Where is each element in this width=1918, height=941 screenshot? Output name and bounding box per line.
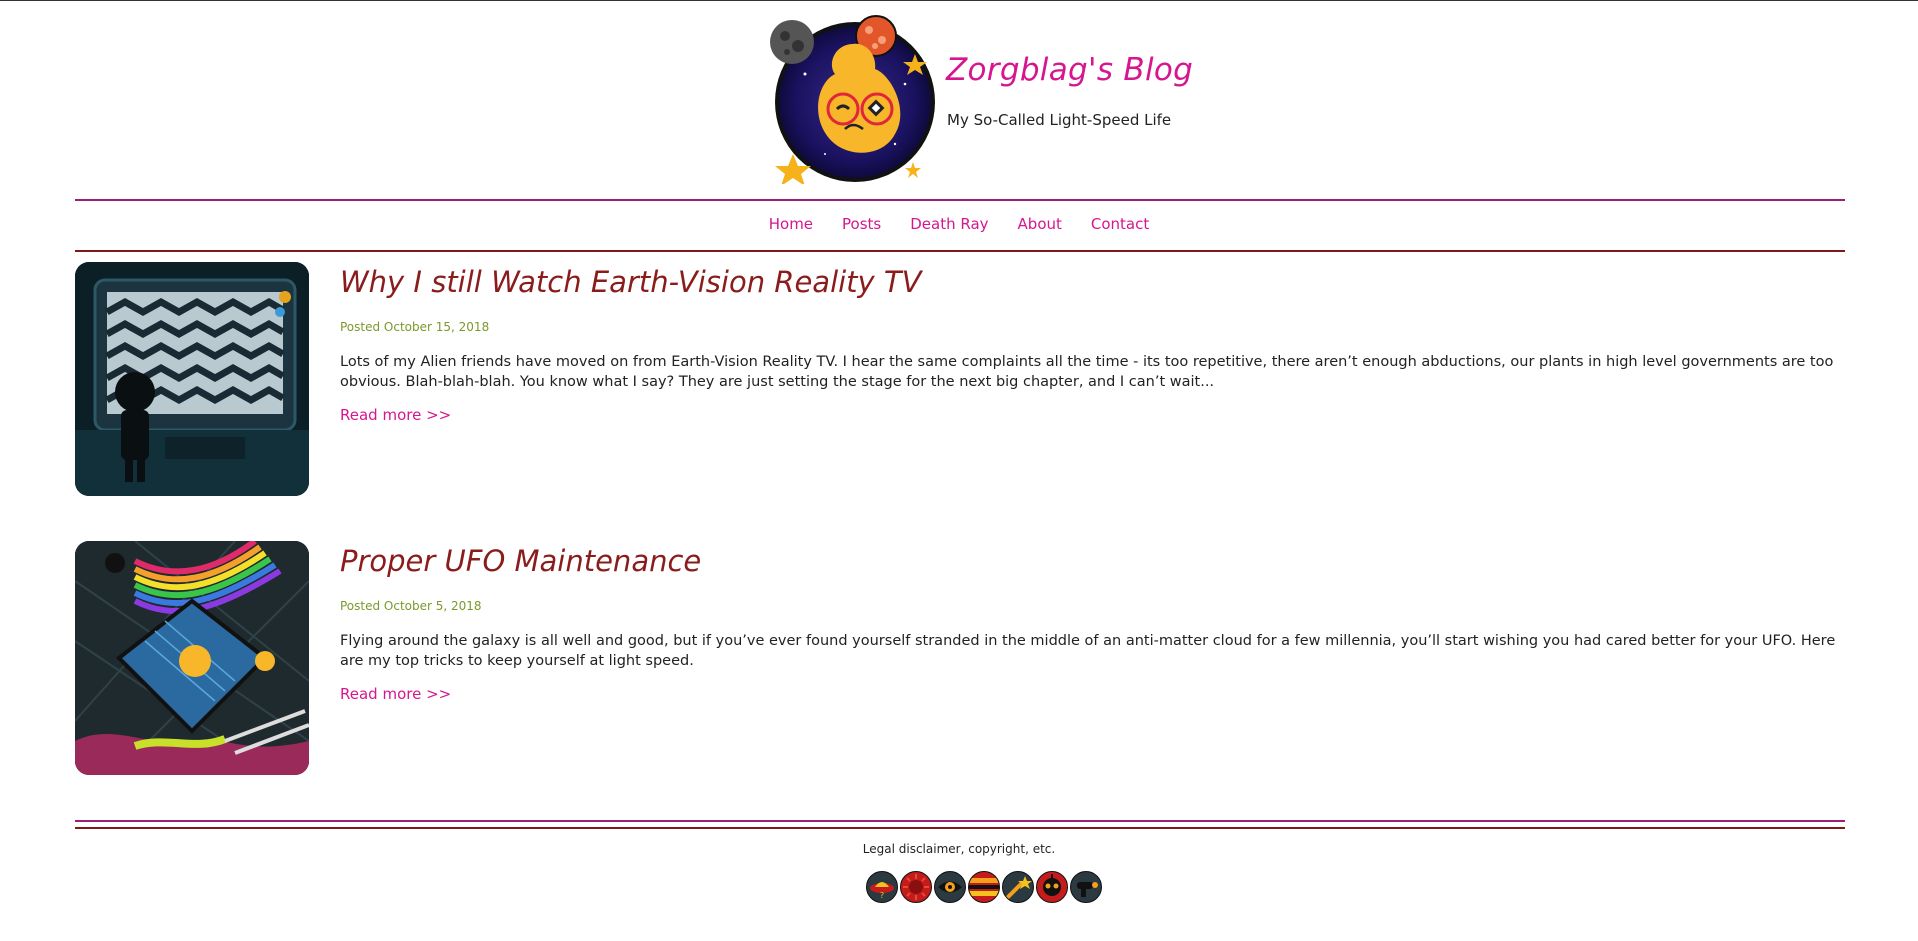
eye-icon[interactable] (934, 871, 966, 903)
planet-icon[interactable] (968, 871, 1000, 903)
nav-top-divider (75, 199, 1845, 201)
sun-icon[interactable] (900, 871, 932, 903)
post-title[interactable]: Why I still Watch Earth-Vision Reality T… (340, 262, 1850, 302)
site-header: Zorgblag's Blog My So-Called Light-Speed… (0, 0, 1918, 200)
nav-item-contact[interactable]: Contact (1091, 215, 1149, 239)
nav-bottom-divider (75, 250, 1845, 252)
raygun-icon[interactable] (1070, 871, 1102, 903)
post-date: Posted October 5, 2018 (340, 599, 482, 613)
social-icons-row: ? (866, 871, 1104, 903)
post-thumbnail-tv[interactable] (75, 262, 309, 496)
ufo-icon[interactable]: ? (866, 871, 898, 903)
site-tagline: My So-Called Light-Speed Life (947, 111, 1172, 129)
post-title[interactable]: Proper UFO Maintenance (340, 541, 1850, 581)
read-more-link[interactable]: Read more >> (340, 406, 451, 424)
nav-item-posts[interactable]: Posts (842, 215, 881, 239)
post-excerpt: Flying around the galaxy is all well and… (340, 633, 1836, 669)
site-logo-avatar[interactable] (765, 14, 935, 186)
footer-divider-bottom (75, 827, 1845, 829)
comet-icon[interactable] (1002, 871, 1034, 903)
nav-item-home[interactable]: Home (769, 215, 813, 239)
alien-icon[interactable] (1036, 871, 1068, 903)
post-date: Posted October 15, 2018 (340, 320, 490, 334)
main-navigation: Home Posts Death Ray About Contact (0, 215, 1918, 239)
footer-divider-top (75, 820, 1845, 822)
post-thumbnail-ufo[interactable] (75, 541, 309, 775)
site-title[interactable]: Zorgblag's Blog (946, 52, 1193, 88)
post-content: Proper UFO Maintenance Posted October 5,… (340, 541, 1850, 703)
post-content: Why I still Watch Earth-Vision Reality T… (340, 262, 1850, 424)
post-excerpt: Lots of my Alien friends have moved on f… (340, 354, 1834, 390)
legal-disclaimer: Legal disclaimer, copyright, etc. (862, 842, 1056, 856)
nav-item-about[interactable]: About (1018, 215, 1062, 239)
read-more-link[interactable]: Read more >> (340, 685, 451, 703)
svg-text:?: ? (880, 891, 884, 900)
nav-item-death-ray[interactable]: Death Ray (910, 215, 988, 239)
